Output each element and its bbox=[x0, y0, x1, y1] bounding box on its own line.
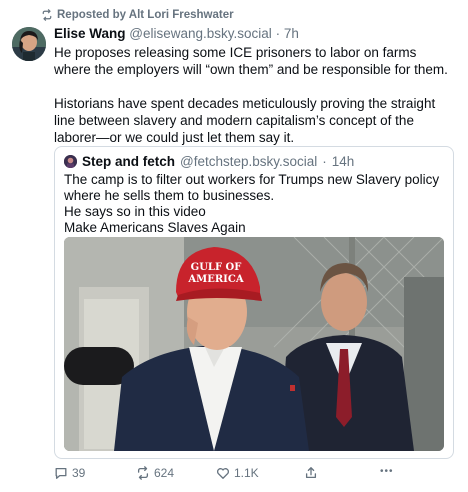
repost-indicator[interactable]: Reposted by Alt Lori Freshwater bbox=[41, 9, 234, 21]
video-frame-image: GULF OF AMERICA bbox=[64, 237, 444, 451]
quoted-avatar-image bbox=[64, 155, 77, 168]
repost-icon bbox=[137, 466, 149, 480]
quoted-author-avatar[interactable] bbox=[64, 155, 77, 168]
reply-icon bbox=[55, 467, 67, 479]
repost-button[interactable]: 624 bbox=[136, 466, 174, 480]
hat-text: GULF OF bbox=[191, 262, 242, 273]
quoted-line: He says so in this video bbox=[64, 204, 206, 219]
separator-dot: · bbox=[275, 26, 281, 41]
author-handle[interactable]: @elisewang.bsky.social bbox=[129, 26, 272, 41]
avatar-image bbox=[12, 27, 46, 61]
repost-label: Reposted by Alt Lori Freshwater bbox=[57, 9, 234, 21]
like-count: 1.1K bbox=[234, 466, 259, 480]
post-timestamp[interactable]: 7h bbox=[284, 26, 299, 41]
quoted-author-handle[interactable]: @fetchstep.bsky.social bbox=[180, 154, 317, 169]
reply-button[interactable]: 39 bbox=[54, 466, 85, 480]
post-paragraph: Historians have spent decades meticulous… bbox=[54, 96, 436, 145]
share-button[interactable] bbox=[304, 466, 318, 480]
repost-count: 624 bbox=[154, 466, 175, 480]
quoted-line: Make Americans Slaves Again bbox=[64, 220, 246, 235]
quoted-video-thumbnail[interactable]: GULF OF AMERICA bbox=[64, 237, 444, 451]
quoted-author-name[interactable]: Step and fetch bbox=[82, 154, 175, 169]
post-action-bar: 39 624 1.1K ••• bbox=[54, 466, 454, 484]
quoted-line: The camp is to filter out workers for Tr… bbox=[64, 172, 440, 203]
quoted-author-line: Step and fetch @fetchstep.bsky.social · … bbox=[64, 154, 354, 169]
post-paragraph: He proposes releasing some ICE prisoners… bbox=[54, 45, 448, 77]
quoted-post-body: The camp is to filter out workers for Tr… bbox=[64, 172, 444, 236]
hat-text: AMERICA bbox=[187, 274, 243, 285]
separator-dot: · bbox=[322, 154, 327, 169]
more-options-icon: ••• bbox=[380, 466, 394, 477]
post-author-line: Elise Wang @elisewang.bsky.social · 7h bbox=[54, 26, 299, 41]
quoted-post-timestamp[interactable]: 14h bbox=[332, 154, 355, 169]
quoted-post-card[interactable]: Step and fetch @fetchstep.bsky.social · … bbox=[54, 146, 454, 459]
share-icon bbox=[305, 467, 317, 479]
heart-icon bbox=[217, 468, 229, 479]
like-button[interactable]: 1.1K bbox=[216, 466, 259, 480]
author-avatar[interactable] bbox=[12, 27, 46, 61]
repost-icon bbox=[42, 9, 52, 21]
reply-count: 39 bbox=[72, 466, 86, 480]
author-name[interactable]: Elise Wang bbox=[54, 26, 126, 41]
more-options-button[interactable]: ••• bbox=[380, 466, 394, 477]
